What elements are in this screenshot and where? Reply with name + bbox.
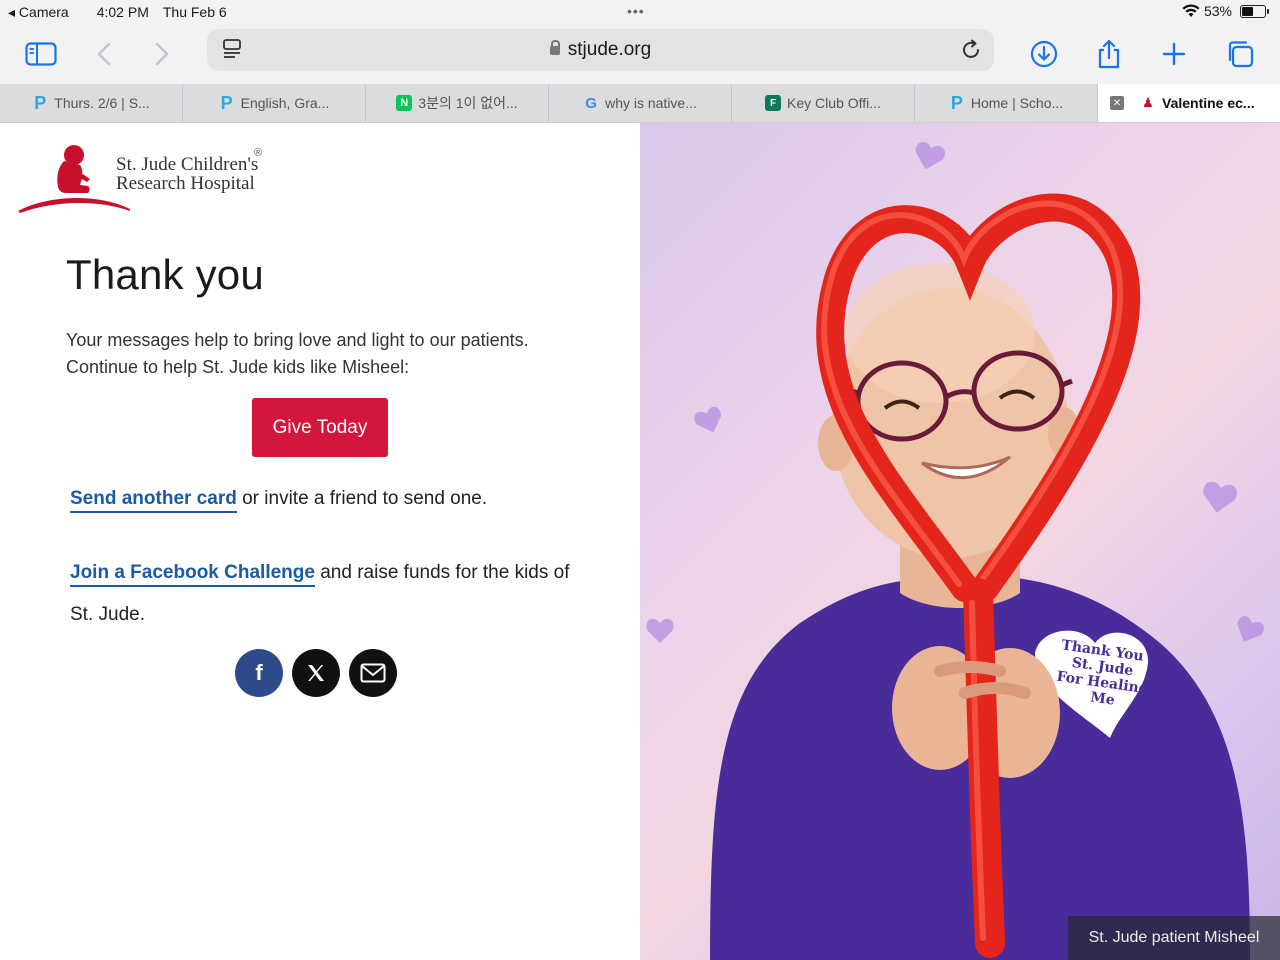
svg-text:Me: Me (1089, 689, 1115, 708)
facebook-share-button[interactable]: f (235, 649, 283, 697)
tab-valentine[interactable]: ✕ ♟ Valentine ec... (1098, 84, 1280, 122)
p-icon: P (34, 92, 47, 113)
tab-google-search[interactable]: Gwhy is native... (549, 84, 732, 122)
google-icon: G (585, 94, 597, 112)
battery-icon (1240, 4, 1269, 18)
logo-line1: St. Jude Children's (116, 154, 259, 175)
email-share-button[interactable] (349, 649, 397, 697)
registered-mark: ® (254, 147, 263, 159)
x-icon (308, 665, 324, 681)
page-content: St. Jude Children's Research Hospital ® … (0, 123, 1280, 960)
facebook-challenge-text: Join a Facebook Challenge and raise fund… (70, 552, 590, 636)
tab-label: why is native... (605, 95, 697, 111)
patient-illustration: Thank You St. Jude For Healing Me (646, 142, 1264, 960)
tab-korean-article[interactable]: N 3분의 1이 없어... (366, 84, 549, 122)
tab-thurs[interactable]: P Thurs. 2/6 | S... (0, 84, 183, 122)
back-to-app[interactable]: ◂ Camera (8, 4, 83, 21)
patient-photo: Thank You St. Jude For Healing Me St. Ju… (640, 123, 1280, 960)
back-app-label: Camera (18, 4, 69, 20)
share-buttons: f (235, 649, 397, 697)
reload-icon[interactable] (960, 39, 982, 61)
status-time: 4:02 PM (96, 4, 149, 20)
download-icon[interactable] (1024, 34, 1064, 74)
intro-text: Your messages help to bring love and lig… (66, 327, 606, 381)
photo-caption: St. Jude patient Misheel (1068, 916, 1280, 960)
multitask-dots-icon[interactable]: ••• (627, 3, 645, 19)
tab-label: Thurs. 2/6 | S... (54, 95, 150, 111)
wifi-icon (1182, 4, 1200, 17)
forward-arrow-icon[interactable] (142, 34, 182, 74)
p-icon: P (950, 92, 963, 113)
send-rest-text: or invite a friend to send one. (236, 488, 488, 509)
status-bar: ◂ Camera 4:02 PM Thu Feb 6 ••• 53% (0, 0, 1280, 24)
tab-home-school[interactable]: P Home | Scho... (915, 84, 1098, 122)
tab-label: English, Gra... (240, 95, 330, 111)
back-arrow-icon[interactable] (84, 34, 124, 74)
logo-line2: Research Hospital (116, 173, 255, 194)
browser-toolbar: stjude.org (0, 24, 1280, 84)
naver-icon: N (396, 95, 413, 111)
facebook-challenge-link[interactable]: Join a Facebook Challenge (70, 562, 315, 587)
tab-key-club[interactable]: F Key Club Offi... (732, 84, 915, 122)
close-tab-icon[interactable]: ✕ (1110, 96, 1124, 110)
tab-label: 3분의 1이 없어... (418, 95, 518, 111)
tab-label: Valentine ec... (1162, 95, 1255, 111)
tab-bar: P Thurs. 2/6 | S... P English, Gra... N 3분의… (0, 84, 1280, 123)
share-icon[interactable] (1089, 34, 1129, 74)
give-today-button[interactable]: Give Today (252, 398, 388, 457)
send-another-card-link[interactable]: Send another card (70, 488, 237, 513)
facebook-icon: f (255, 660, 263, 685)
intro-line1: Your messages help to bring love and lig… (66, 330, 529, 350)
logo-wordmark: St. Jude Children's Research Hospital (116, 155, 258, 193)
intro-line2: Continue to help St. Jude kids like Mish… (66, 357, 410, 377)
url-text: stjude.org (567, 39, 652, 60)
lock-icon (549, 40, 560, 55)
st-jude-logo[interactable]: St. Jude Children's Research Hospital ® (18, 141, 268, 215)
p-icon: P (220, 92, 233, 113)
sidebar-toggle-icon[interactable] (21, 34, 61, 74)
x-share-button[interactable] (292, 649, 340, 697)
send-card-text: Send another card or invite a friend to … (70, 488, 488, 513)
forms-icon: F (765, 95, 782, 111)
status-date: Thu Feb 6 (162, 4, 227, 20)
new-tab-icon[interactable] (1154, 34, 1194, 74)
tab-label: Key Club Offi... (787, 95, 881, 111)
page-title: Thank you (66, 251, 264, 298)
tab-label: Home | Scho... (970, 95, 1064, 111)
stjude-icon: ♟ (1142, 95, 1154, 110)
battery-percent: 53% (1203, 3, 1232, 19)
mail-icon (360, 663, 386, 683)
thank-you-panel: St. Jude Children's Research Hospital ® … (0, 123, 640, 960)
address-bar[interactable]: stjude.org (207, 29, 994, 71)
tab-overview-icon[interactable] (1220, 34, 1260, 74)
tab-english[interactable]: P English, Gra... (183, 84, 366, 122)
